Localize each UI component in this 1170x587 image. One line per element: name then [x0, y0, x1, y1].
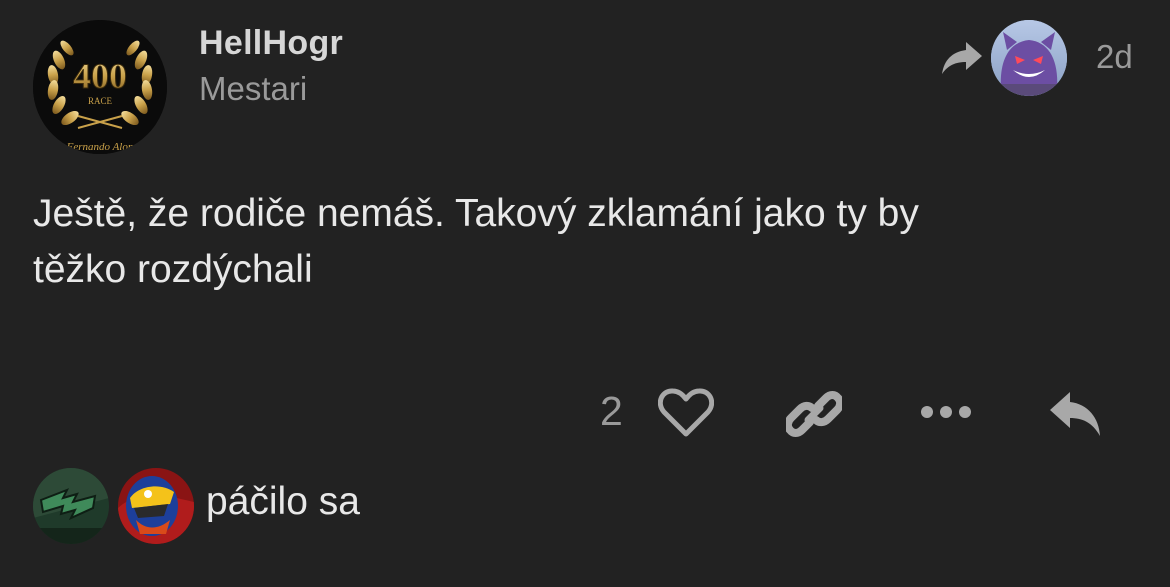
- liker-avatar[interactable]: [33, 468, 109, 544]
- avatar-badge-number: 400: [73, 56, 127, 96]
- post-body: Ještě, že rodiče nemáš. Takový zklamání …: [33, 192, 919, 291]
- author-username[interactable]: HellHogr: [199, 24, 343, 63]
- gengar-avatar-icon: [991, 20, 1067, 96]
- reply-to-indicator[interactable]: [940, 40, 984, 76]
- author-title: Mestari: [199, 70, 308, 107]
- link-icon: [783, 391, 845, 437]
- reply-button[interactable]: [1048, 390, 1104, 443]
- more-actions-button[interactable]: [920, 402, 972, 427]
- author-avatar[interactable]: 400 RACE Fernando Alon: [33, 20, 167, 154]
- reply-arrow-icon: [942, 42, 982, 74]
- liker-avatar[interactable]: [118, 468, 194, 544]
- like-button[interactable]: [657, 388, 715, 443]
- heart-icon: [657, 388, 715, 437]
- racing-helmet-avatar: [118, 468, 194, 544]
- reply-to-avatar[interactable]: [991, 20, 1067, 96]
- post-date[interactable]: 2d: [1096, 38, 1133, 76]
- avatar-badge-subtext: RACE: [88, 96, 113, 106]
- likers-label[interactable]: páčilo sa: [206, 480, 360, 524]
- ellipsis-icon: [921, 406, 971, 418]
- like-count[interactable]: 2: [600, 388, 623, 435]
- avatar-badge-caption: Fernando Alon: [66, 141, 134, 153]
- laurel-400-race-badge-icon: 400 RACE Fernando Alon: [33, 20, 167, 154]
- reply-icon: [1050, 392, 1100, 436]
- green-logo-avatar: [33, 468, 109, 544]
- share-link-button[interactable]: [783, 386, 845, 447]
